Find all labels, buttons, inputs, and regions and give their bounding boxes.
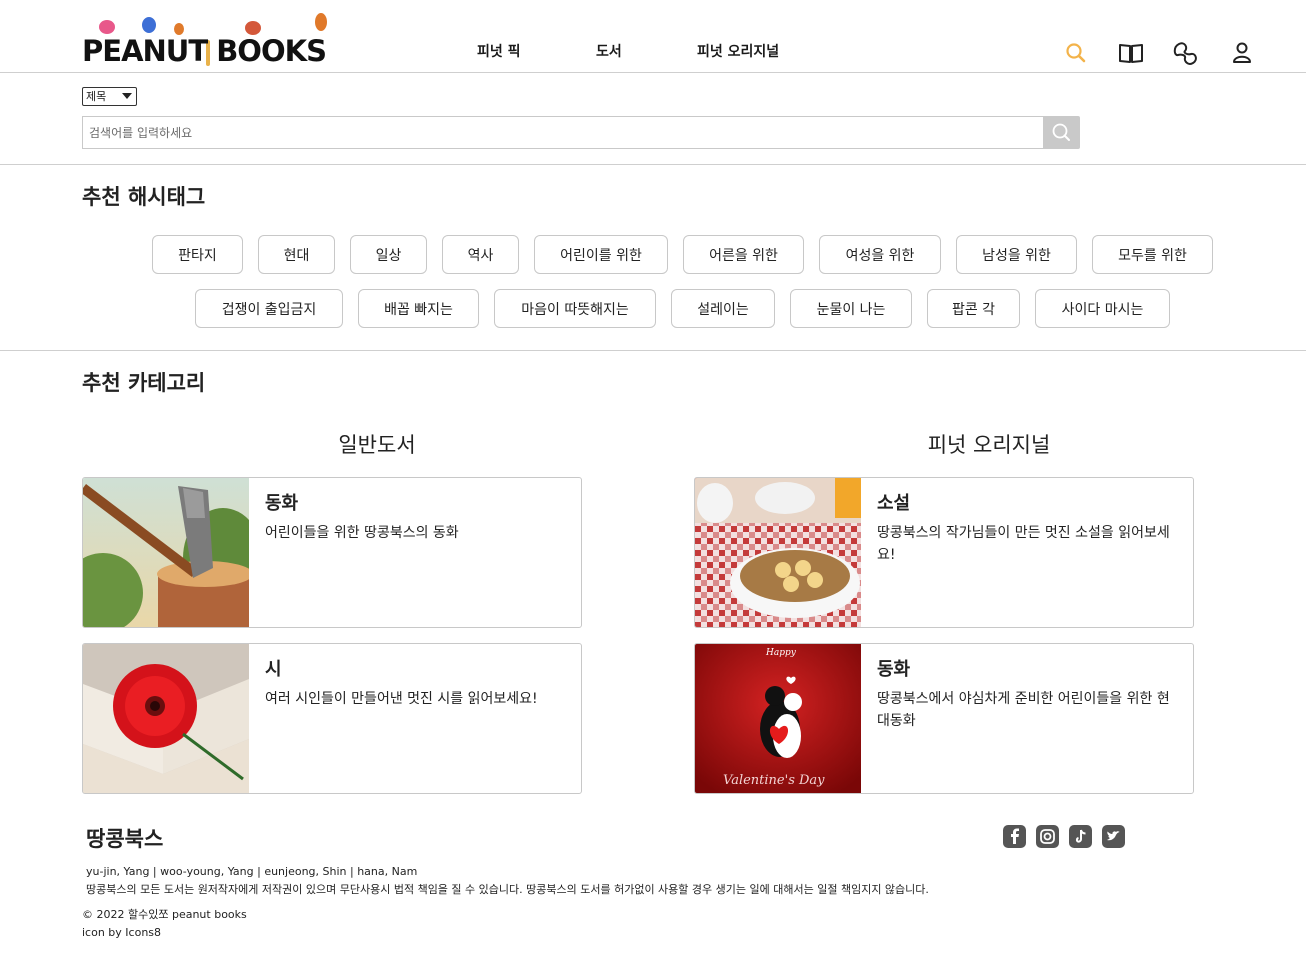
footer-copyright: © 2022 할수있쪼 peanut books	[82, 908, 247, 921]
card-image-flower	[83, 644, 249, 793]
search-bar-area: 제목 검색어를 입력하세요	[0, 73, 1306, 165]
valentine-happy-text: Happy	[766, 648, 796, 658]
tiktok-icon[interactable]	[1069, 825, 1092, 848]
hashtag-section-title: 추천 해시태그	[82, 185, 206, 209]
general-books-title: 일반도서	[338, 433, 416, 457]
hashtag-history[interactable]: 역사	[442, 235, 519, 274]
hashtag-for-kids[interactable]: 어린이를 위한	[534, 235, 668, 274]
hashtag-fantasy[interactable]: 판타지	[152, 235, 243, 274]
card-title: 시	[265, 659, 282, 680]
peanut-icon[interactable]	[1173, 40, 1199, 66]
peanut-original-title: 피넛 오리지널	[927, 433, 1051, 457]
card-title: 동화	[877, 659, 911, 680]
search-input[interactable]: 검색어를 입력하세요	[82, 116, 1044, 149]
nav-peanut-pick[interactable]: 피넛 픽	[477, 42, 521, 62]
category-card-fairytale[interactable]: 동화 어린이들을 위한 땅콩북스의 동화	[82, 477, 582, 628]
hashtag-heartwarming[interactable]: 마음이 따뜻해지는	[494, 289, 656, 328]
footer-notice: 땅콩북스의 모든 도서는 원저작자에게 저작권이 있으며 무단사용시 법적 책임…	[86, 883, 929, 896]
hashtag-no-cowards[interactable]: 겁쟁이 출입금지	[195, 289, 343, 328]
hashtag-modern[interactable]: 현대	[258, 235, 335, 274]
card-image-valentine	[695, 644, 861, 793]
category-card-novel[interactable]: 소설 땅콩북스의 작가님들이 만든 멋진 소설을 읽어보세요!	[694, 477, 1194, 628]
hashtag-cider[interactable]: 사이다 마시는	[1035, 289, 1170, 328]
search-type-value: 제목	[86, 90, 107, 103]
card-title: 동화	[265, 493, 299, 514]
hashtag-popcorn[interactable]: 팝콘 각	[927, 289, 1020, 328]
category-card-modern-fairytale[interactable]: Happy Valentine's Day 동화 땅콩북스에서 야심차게 준비한…	[694, 643, 1194, 794]
card-description: 여러 시인들이 만들어낸 멋진 시를 읽어보세요!	[265, 691, 538, 707]
hashtag-for-men[interactable]: 남성을 위한	[956, 235, 1077, 274]
site-header: PEANUT BOOKS 피넛 픽 도서 피넛 오리지널	[0, 0, 1306, 73]
category-card-poem[interactable]: 시 여러 시인들이 만들어낸 멋진 시를 읽어보세요!	[82, 643, 582, 794]
hashtag-for-adults[interactable]: 어른을 위한	[683, 235, 804, 274]
search-type-select[interactable]: 제목	[82, 87, 137, 106]
search-icon	[1052, 123, 1070, 141]
hashtag-hilarious[interactable]: 배꼽 빠지는	[358, 289, 479, 328]
card-description: 땅콩북스의 작가님들이 만든 멋진 소설을 읽어보세요!	[877, 525, 1170, 563]
footer-title: 땅콩북스	[86, 827, 164, 851]
hashtag-daily[interactable]: 일상	[350, 235, 427, 274]
card-image-cereal	[695, 478, 861, 627]
instagram-icon[interactable]	[1036, 825, 1059, 848]
search-submit-button[interactable]	[1043, 116, 1080, 149]
footer-icon-credit: icon by Icons8	[82, 926, 162, 939]
card-description: 어린이들을 위한 땅콩북스의 동화	[265, 525, 459, 541]
nav-peanut-original[interactable]: 피넛 오리지널	[697, 42, 779, 62]
card-image-axe	[83, 478, 249, 627]
twitter-icon[interactable]	[1102, 825, 1125, 848]
footer-authors: yu-jin, Yang | woo-young, Yang | eunjeon…	[86, 865, 418, 878]
category-section-title: 추천 카테고리	[82, 371, 206, 395]
book-icon[interactable]	[1118, 40, 1144, 66]
section-divider	[0, 350, 1306, 351]
hashtag-for-women[interactable]: 여성을 위한	[819, 235, 941, 274]
user-icon[interactable]	[1229, 40, 1255, 66]
hashtag-tearjerker[interactable]: 눈물이 나는	[790, 289, 912, 328]
nav-books[interactable]: 도서	[596, 42, 622, 62]
peanut-books-logo[interactable]: PEANUT BOOKS	[82, 10, 332, 68]
facebook-icon[interactable]	[1003, 825, 1026, 848]
hashtag-fluttering[interactable]: 설레이는	[671, 289, 775, 328]
chevron-down-icon	[122, 93, 132, 99]
logo-text: PEANUT BOOKS	[82, 34, 327, 68]
valentine-day-text: Valentine's Day	[723, 773, 825, 788]
search-icon[interactable]	[1063, 40, 1089, 66]
card-description: 땅콩북스에서 야심차게 준비한 어린이들을 위한 현대동화	[877, 691, 1170, 729]
hashtag-for-everyone[interactable]: 모두를 위한	[1092, 235, 1213, 274]
card-title: 소설	[877, 493, 911, 514]
